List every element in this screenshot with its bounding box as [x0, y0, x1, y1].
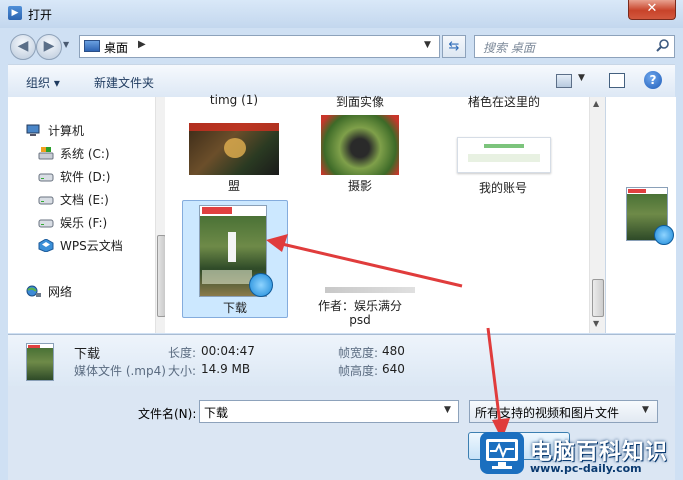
watermark: 电脑百科知识 www.pc-daily.com [476, 422, 683, 480]
sidebar-item-wps-cloud[interactable]: WPS云文档 [38, 236, 154, 256]
filename-value[interactable]: 下载 [204, 404, 228, 421]
file-label: 我的账号 [478, 181, 527, 195]
preview-pane [605, 97, 676, 333]
file-label: 盟 [227, 179, 240, 193]
network-icon [26, 285, 41, 297]
sidebar-item-drive-e[interactable]: 文档 (E:) [38, 190, 154, 210]
sidebar-item-drive-f[interactable]: 娱乐 (F:) [38, 213, 154, 233]
sidebar-item-network[interactable]: 网络 [26, 282, 154, 302]
monitor-logo-icon [480, 432, 524, 474]
navigation-pane: 计算机 系统 (C:) 软件 (D:) 文档 (E:) 娱乐 (F:) WPS云… [8, 97, 166, 333]
details-name: 下载 [74, 347, 101, 362]
file-list-scrollbar[interactable]: ▲ ▼ [589, 97, 605, 333]
details-height-label: 帧高度: [338, 364, 379, 378]
search-icon[interactable] [655, 38, 671, 54]
forward-button[interactable]: ▶ [36, 34, 62, 60]
file-item-meng[interactable]: 盟 [183, 121, 285, 199]
recent-locations-dropdown[interactable]: ▼ [63, 40, 73, 52]
sidebar-item-label: 文档 (E:) [60, 193, 109, 207]
file-thumbnail [189, 123, 279, 175]
computer-icon [26, 124, 40, 136]
sidebar-item-computer[interactable]: 计算机 [26, 121, 154, 141]
details-size-label: 大小: [168, 364, 197, 378]
organize-button[interactable]: 组织 ▾ [26, 74, 60, 91]
file-type-select[interactable]: 所有支持的视频和图片文件 ▼ [469, 400, 658, 423]
close-button[interactable]: ✕ [628, 0, 676, 20]
file-label-partial: 楮色在这里的 [467, 95, 540, 109]
media-player-badge-icon [249, 273, 273, 297]
file-item-photo[interactable]: 摄影 [315, 113, 405, 199]
details-length-label: 长度: [168, 346, 197, 360]
sidebar-item-label: 计算机 [48, 124, 85, 138]
view-dropdown-icon[interactable]: ▼ [578, 73, 585, 83]
address-location[interactable]: 桌面 [104, 39, 128, 56]
sidebar-item-drive-d[interactable]: 软件 (D:) [38, 167, 154, 187]
details-size-value: 14.9 MB [201, 362, 251, 376]
search-input[interactable]: 搜索 桌面 [474, 35, 675, 58]
file-label-partial: timg (1) [209, 93, 259, 107]
watermark-url: www.pc-daily.com [530, 462, 642, 475]
new-folder-button[interactable]: 新建文件夹 [94, 74, 154, 91]
details-width-value: 480 [382, 344, 405, 358]
file-item-account[interactable]: 我的账号 [455, 121, 551, 199]
filename-label: 文件名(N): [138, 407, 197, 421]
details-thumbnail [26, 343, 54, 381]
scroll-up-icon[interactable]: ▲ [593, 99, 599, 108]
media-player-badge-icon [654, 225, 674, 245]
nav-scrollbar[interactable] [155, 97, 166, 333]
details-type: 媒体文件 (.mp4) [74, 364, 166, 378]
chevron-down-icon[interactable]: ▼ [424, 40, 431, 50]
drive-icon [38, 196, 54, 205]
scroll-down-icon[interactable]: ▼ [593, 319, 599, 328]
file-item-psd[interactable]: 作者：娱乐满分 psd [315, 287, 455, 333]
back-button[interactable]: ◀ [10, 34, 36, 60]
sidebar-item-system-drive[interactable]: 系统 (C:) [38, 144, 154, 164]
title-bar: ▶ 打开 [0, 0, 683, 28]
filename-input[interactable]: 下载 ▼ [199, 400, 459, 423]
desktop-icon [84, 40, 100, 52]
file-scrollbar-thumb[interactable] [592, 279, 604, 317]
search-placeholder: 搜索 桌面 [483, 41, 535, 55]
window-title: 打开 [28, 8, 53, 22]
file-thumbnail [325, 287, 415, 293]
file-item-download[interactable]: 下载 [182, 200, 288, 318]
file-thumbnail [457, 137, 551, 173]
view-icon[interactable] [556, 74, 572, 88]
details-width-label: 帧宽度: [338, 346, 379, 360]
details-height-value: 640 [382, 362, 405, 376]
file-list: timg (1) 到面实像 楮色在这里的 盟 摄影 我的账号 下载 作者：娱乐满 [165, 93, 589, 333]
app-icon: ▶ [8, 6, 22, 20]
file-label-partial: 到面实像 [335, 95, 384, 109]
help-icon[interactable]: ? [644, 71, 662, 89]
sidebar-item-label: WPS云文档 [60, 239, 123, 253]
system-drive-icon [38, 147, 54, 160]
refresh-button[interactable]: ⇆ [442, 35, 466, 58]
file-thumbnail [321, 115, 399, 175]
drive-icon [38, 219, 54, 228]
sidebar-item-label: 娱乐 (F:) [60, 216, 108, 230]
file-type-value: 所有支持的视频和图片文件 [475, 406, 620, 420]
chevron-down-icon[interactable]: ▼ [444, 405, 451, 415]
file-label: 下载 [222, 301, 247, 315]
sidebar-item-label: 系统 (C:) [60, 147, 110, 161]
file-label: 作者：娱乐满分 [317, 299, 402, 313]
details-pane: 下载 媒体文件 (.mp4) 长度: 00:04:47 大小: 14.9 MB … [8, 334, 675, 387]
chevron-down-icon[interactable]: ▼ [642, 405, 649, 415]
drive-icon [38, 173, 54, 182]
file-label: 摄影 [347, 179, 372, 193]
sidebar-item-label: 软件 (D:) [60, 170, 111, 184]
sidebar-item-label: 网络 [48, 285, 73, 299]
preview-pane-icon[interactable] [609, 73, 625, 88]
address-bar[interactable]: 桌面 ▶ ▼ [79, 35, 440, 58]
chevron-right-icon[interactable]: ▶ [138, 39, 146, 50]
file-label-ext: psd [349, 313, 371, 327]
details-length-value: 00:04:47 [201, 344, 255, 358]
wps-cloud-icon [38, 239, 54, 252]
